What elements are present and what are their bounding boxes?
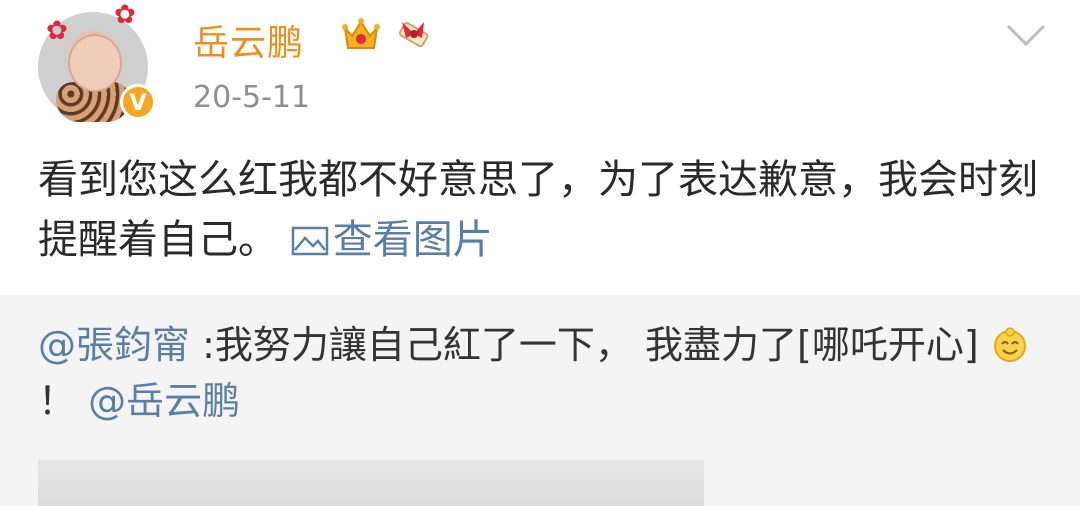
scroll-bow-icon[interactable] bbox=[392, 14, 436, 58]
username[interactable]: 岳云鹏 bbox=[193, 14, 304, 66]
repost-text: @張鈞甯 :我努力讓自己紅了一下， 我盡力了[哪吒开心] ！ @岳云鹏 bbox=[38, 317, 1038, 429]
view-pictures-label: 查看图片 bbox=[332, 217, 493, 263]
weibo-post: ✿ ✿ V 岳云鹏 20-5-11 看到您这么红我都不好意思了，为了表达歉意，我… bbox=[0, 0, 1080, 295]
flower-icon: ✿ bbox=[114, 0, 136, 30]
nezha-happy-emoji bbox=[993, 327, 1026, 362]
mention-target[interactable]: @岳云鹏 bbox=[88, 379, 240, 423]
post-timestamp: 20-5-11 bbox=[193, 80, 311, 115]
mention-author[interactable]: @張鈞甯 bbox=[38, 323, 190, 367]
repost-body: :我努力讓自己紅了一下， 我盡力了[哪吒开心] bbox=[202, 323, 979, 367]
post-content: 看到您这么红我都不好意思了，为了表达歉意，我会时刻提醒着自己。 查看图片 bbox=[38, 150, 1048, 270]
repost-image[interactable] bbox=[38, 460, 704, 506]
exclamation: ！ bbox=[38, 379, 77, 423]
post-text: 看到您这么红我都不好意思了，为了表达歉意，我会时刻提醒着自己。 bbox=[38, 157, 1038, 263]
crown-icon[interactable] bbox=[340, 14, 382, 56]
repost-card[interactable]: @張鈞甯 :我努力讓自己紅了一下， 我盡力了[哪吒开心] ！ @岳云鹏 bbox=[0, 295, 1080, 506]
picture-icon bbox=[291, 226, 328, 256]
verified-badge: V bbox=[120, 84, 156, 120]
avatar-face bbox=[68, 34, 122, 92]
flower-icon: ✿ bbox=[46, 16, 68, 46]
chevron-down-icon[interactable] bbox=[1004, 20, 1048, 50]
view-pictures-link[interactable]: 查看图片 bbox=[291, 217, 493, 263]
